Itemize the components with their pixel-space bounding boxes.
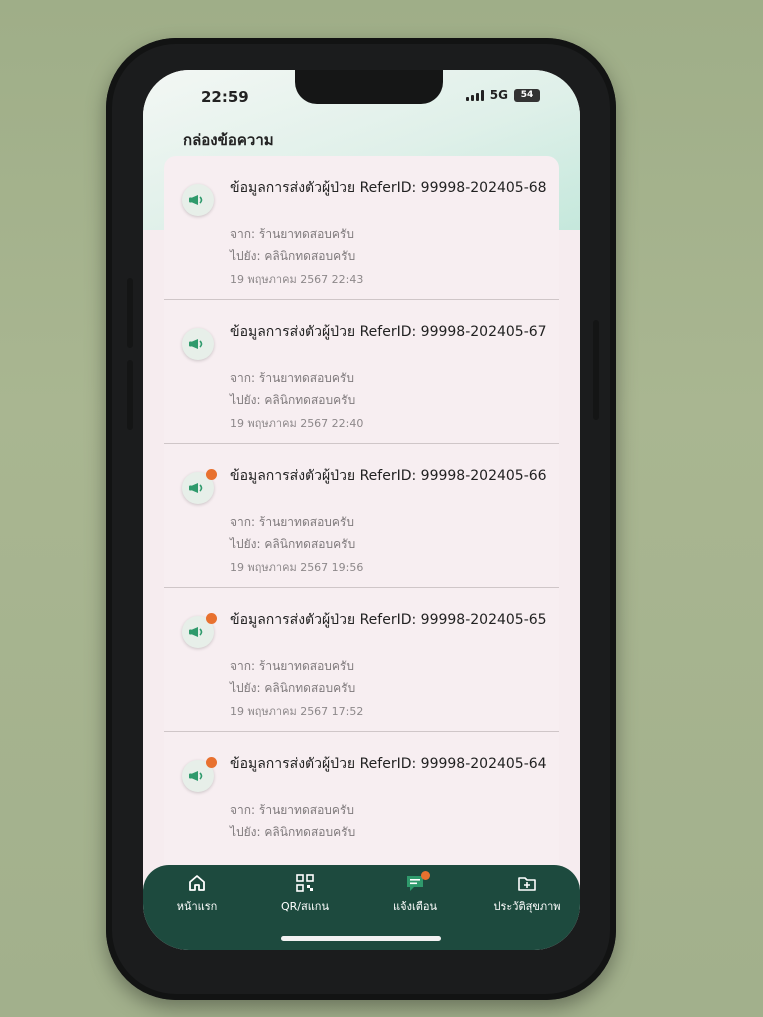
message-list[interactable]: ข้อมูลการส่งตัวผู้ป่วย ReferID: 99998-20… <box>164 156 559 872</box>
message-item[interactable]: ข้อมูลการส่งตัวผู้ป่วย ReferID: 99998-20… <box>164 588 559 732</box>
message-from: จาก: ร้านยาทดสอบครับ <box>230 659 354 673</box>
message-item[interactable]: ข้อมูลการส่งตัวผู้ป่วย ReferID: 99998-20… <box>164 156 559 300</box>
megaphone-icon <box>182 757 217 792</box>
home-indicator <box>281 936 441 941</box>
nav-home[interactable]: หน้าแรก <box>147 873 247 915</box>
message-title: ข้อมูลการส่งตัวผู้ป่วย ReferID: 99998-20… <box>230 756 547 772</box>
message-title: ข้อมูลการส่งตัวผู้ป่วย ReferID: 99998-20… <box>230 180 547 196</box>
qr-code-icon <box>296 874 314 892</box>
nav-alerts-label: แจ้งเตือน <box>393 900 437 913</box>
message-date: 19 พฤษภาคม 2567 22:43 <box>230 273 364 286</box>
phone-side-button <box>127 360 133 430</box>
status-indicators: 5G 54 <box>465 88 540 102</box>
message-title: ข้อมูลการส่งตัวผู้ป่วย ReferID: 99998-20… <box>230 468 547 484</box>
megaphone-icon <box>182 184 214 216</box>
megaphone-icon <box>182 613 217 648</box>
message-date: 19 พฤษภาคม 2567 22:40 <box>230 417 364 430</box>
message-item[interactable]: ข้อมูลการส่งตัวผู้ป่วย ReferID: 99998-20… <box>164 444 559 588</box>
message-date: 19 พฤษภาคม 2567 19:56 <box>230 561 364 574</box>
message-to: ไปยัง: คลินิกทดสอบครับ <box>230 537 356 551</box>
folder-plus-icon <box>518 877 536 891</box>
message-to: ไปยัง: คลินิกทดสอบครับ <box>230 393 356 407</box>
message-to: ไปยัง: คลินิกทดสอบครับ <box>230 825 356 839</box>
phone-side-button <box>593 320 599 420</box>
status-time: 22:59 <box>201 88 249 106</box>
status-bar: 22:59 5G 54 <box>143 70 580 124</box>
signal-icon <box>465 89 484 101</box>
bottom-nav: หน้าแรก QR/สแกน แจ้งเตือน ประวัติสุขภาพ <box>143 865 580 950</box>
network-label: 5G <box>489 88 508 102</box>
nav-qr[interactable]: QR/สแกน <box>255 873 355 915</box>
nav-home-label: หน้าแรก <box>176 900 218 913</box>
message-title: ข้อมูลการส่งตัวผู้ป่วย ReferID: 99998-20… <box>230 324 547 340</box>
message-from: จาก: ร้านยาทดสอบครับ <box>230 227 354 241</box>
message-from: จาก: ร้านยาทดสอบครับ <box>230 515 354 529</box>
page-title: กล่องข้อความ <box>183 131 274 149</box>
alerts-badge <box>421 871 430 880</box>
unread-dot <box>206 613 217 624</box>
message-from: จาก: ร้านยาทดสอบครับ <box>230 803 354 817</box>
message-item[interactable]: ข้อมูลการส่งตัวผู้ป่วย ReferID: 99998-20… <box>164 732 559 872</box>
camera-notch <box>295 70 443 104</box>
home-icon <box>189 875 205 891</box>
message-date: 19 พฤษภาคม 2567 17:52 <box>230 705 364 718</box>
message-title: ข้อมูลการส่งตัวผู้ป่วย ReferID: 99998-20… <box>230 612 547 628</box>
nav-history-label: ประวัติสุขภาพ <box>493 900 561 913</box>
phone-screen: 22:59 5G 54 กล่องข้อความ ข้อมูลการส่งตัว… <box>143 70 580 950</box>
unread-dot <box>206 469 217 480</box>
message-item[interactable]: ข้อมูลการส่งตัวผู้ป่วย ReferID: 99998-20… <box>164 300 559 444</box>
message-from: จาก: ร้านยาทดสอบครับ <box>230 371 354 385</box>
nav-alerts[interactable]: แจ้งเตือน <box>365 871 465 915</box>
nav-qr-label: QR/สแกน <box>281 900 329 913</box>
message-to: ไปยัง: คลินิกทดสอบครับ <box>230 249 356 263</box>
phone-side-button <box>127 278 133 348</box>
unread-dot <box>206 757 217 768</box>
nav-history[interactable]: ประวัติสุขภาพ <box>477 873 577 915</box>
message-to: ไปยัง: คลินิกทดสอบครับ <box>230 681 356 695</box>
megaphone-icon <box>182 469 217 504</box>
megaphone-icon <box>182 328 214 360</box>
battery-icon: 54 <box>514 88 540 102</box>
